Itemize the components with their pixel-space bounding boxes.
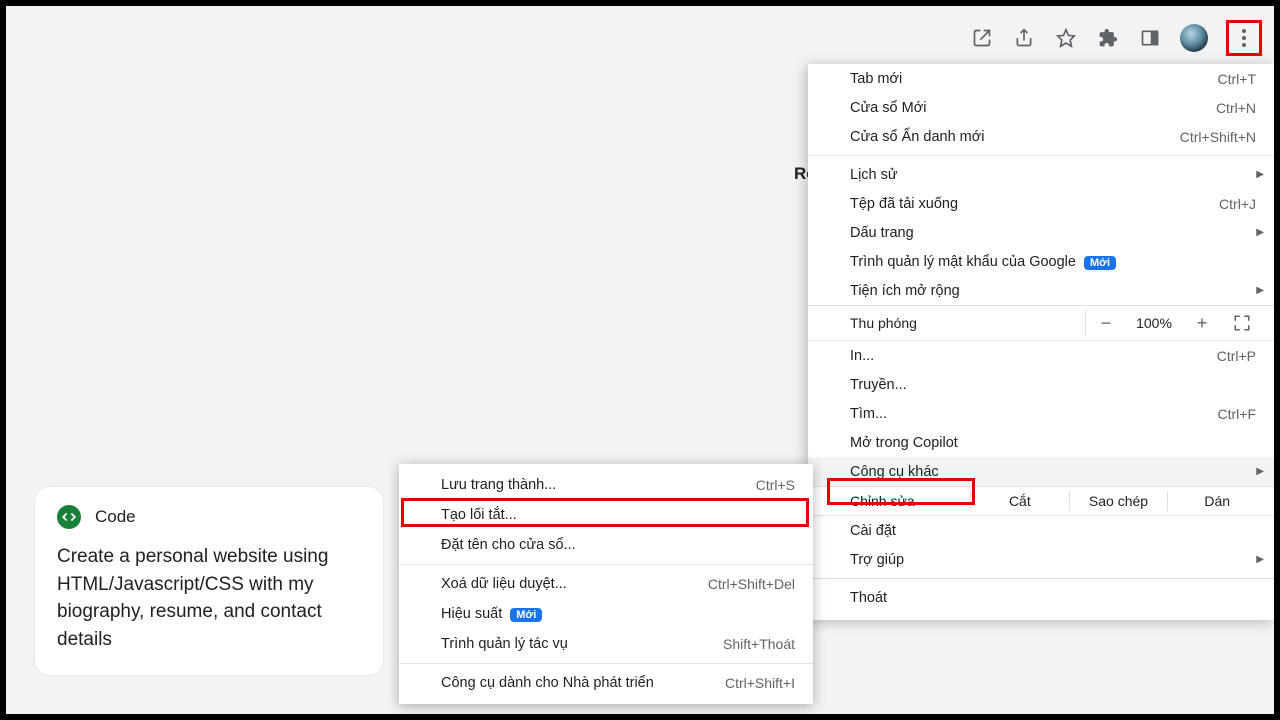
zoom-in-button[interactable]: + xyxy=(1182,313,1222,334)
menu-downloads[interactable]: Tệp đã tải xuốngCtrl+J xyxy=(808,189,1274,218)
submenu-dev-tools[interactable]: Công cụ dành cho Nhà phát triểnCtrl+Shif… xyxy=(399,668,813,698)
menu-more-tools[interactable]: Công cụ khác▶ xyxy=(808,457,1274,486)
zoom-label: Thu phóng xyxy=(850,315,1085,331)
extensions-icon[interactable] xyxy=(1096,26,1120,50)
submenu-name-window[interactable]: Đặt tên cho cửa sổ... xyxy=(399,530,813,560)
edit-label: Chỉnh sửa xyxy=(850,493,970,509)
menu-open-copilot[interactable]: Mở trong Copilot xyxy=(808,428,1274,457)
menu-bookmarks[interactable]: Dấu trang▶ xyxy=(808,218,1274,247)
code-icon xyxy=(57,505,81,529)
menu-zoom-row: Thu phóng − 100% + xyxy=(808,305,1274,341)
submenu-create-shortcut[interactable]: Tạo lối tắt... xyxy=(399,500,813,530)
open-in-new-icon[interactable] xyxy=(970,26,994,50)
zoom-out-button[interactable]: − xyxy=(1086,313,1126,334)
menu-new-tab[interactable]: Tab mớiCtrl+T xyxy=(808,64,1274,93)
menu-new-window[interactable]: Cửa sổ MớiCtrl+N xyxy=(808,93,1274,122)
menu-incognito[interactable]: Cửa sổ Ẩn danh mớiCtrl+Shift+N xyxy=(808,122,1274,151)
menu-settings[interactable]: Cài đặt xyxy=(808,516,1274,545)
paste-button[interactable]: Dán xyxy=(1167,491,1266,511)
browser-toolbar xyxy=(970,20,1262,56)
menu-history[interactable]: Lịch sử▶ xyxy=(808,160,1274,189)
card-title: Code xyxy=(95,507,136,527)
share-icon[interactable] xyxy=(1012,26,1036,50)
submenu-performance[interactable]: Hiệu suấtMới xyxy=(399,599,813,629)
menu-extensions[interactable]: Tiện ích mở rộng▶ xyxy=(808,276,1274,305)
menu-help[interactable]: Trợ giúp▶ xyxy=(808,545,1274,574)
fullscreen-icon[interactable] xyxy=(1222,314,1262,332)
menu-find[interactable]: Tìm...Ctrl+F xyxy=(808,399,1274,428)
submenu-save-page[interactable]: Lưu trang thành...Ctrl+S xyxy=(399,470,813,500)
card-description: Create a personal website using HTML/Jav… xyxy=(57,543,361,653)
zoom-value: 100% xyxy=(1126,315,1182,331)
side-panel-icon[interactable] xyxy=(1138,26,1162,50)
submenu-clear-data[interactable]: Xoá dữ liệu duyệt...Ctrl+Shift+Del xyxy=(399,569,813,599)
menu-password-manager[interactable]: Trình quản lý mật khẩu của GoogleMới xyxy=(808,247,1274,276)
more-tools-submenu: Lưu trang thành...Ctrl+S Tạo lối tắt... … xyxy=(399,464,813,704)
more-vertical-icon xyxy=(1242,29,1246,47)
star-icon[interactable] xyxy=(1054,26,1078,50)
copy-button[interactable]: Sao chép xyxy=(1069,491,1168,511)
menu-edit-row: Chỉnh sửa Cắt Sao chép Dán xyxy=(808,486,1274,516)
profile-avatar[interactable] xyxy=(1180,24,1208,52)
suggestion-card[interactable]: Code Create a personal website using HTM… xyxy=(34,486,384,676)
menu-exit[interactable]: Thoát xyxy=(808,583,1274,612)
menu-print[interactable]: In...Ctrl+P xyxy=(808,341,1274,370)
main-context-menu: Tab mớiCtrl+T Cửa sổ MớiCtrl+N Cửa sổ Ẩn… xyxy=(808,64,1274,620)
menu-cast[interactable]: Truyền... xyxy=(808,370,1274,399)
more-menu-button[interactable] xyxy=(1226,20,1262,56)
cut-button[interactable]: Cắt xyxy=(970,491,1069,511)
submenu-task-manager[interactable]: Trình quản lý tác vụShift+Thoát xyxy=(399,629,813,659)
